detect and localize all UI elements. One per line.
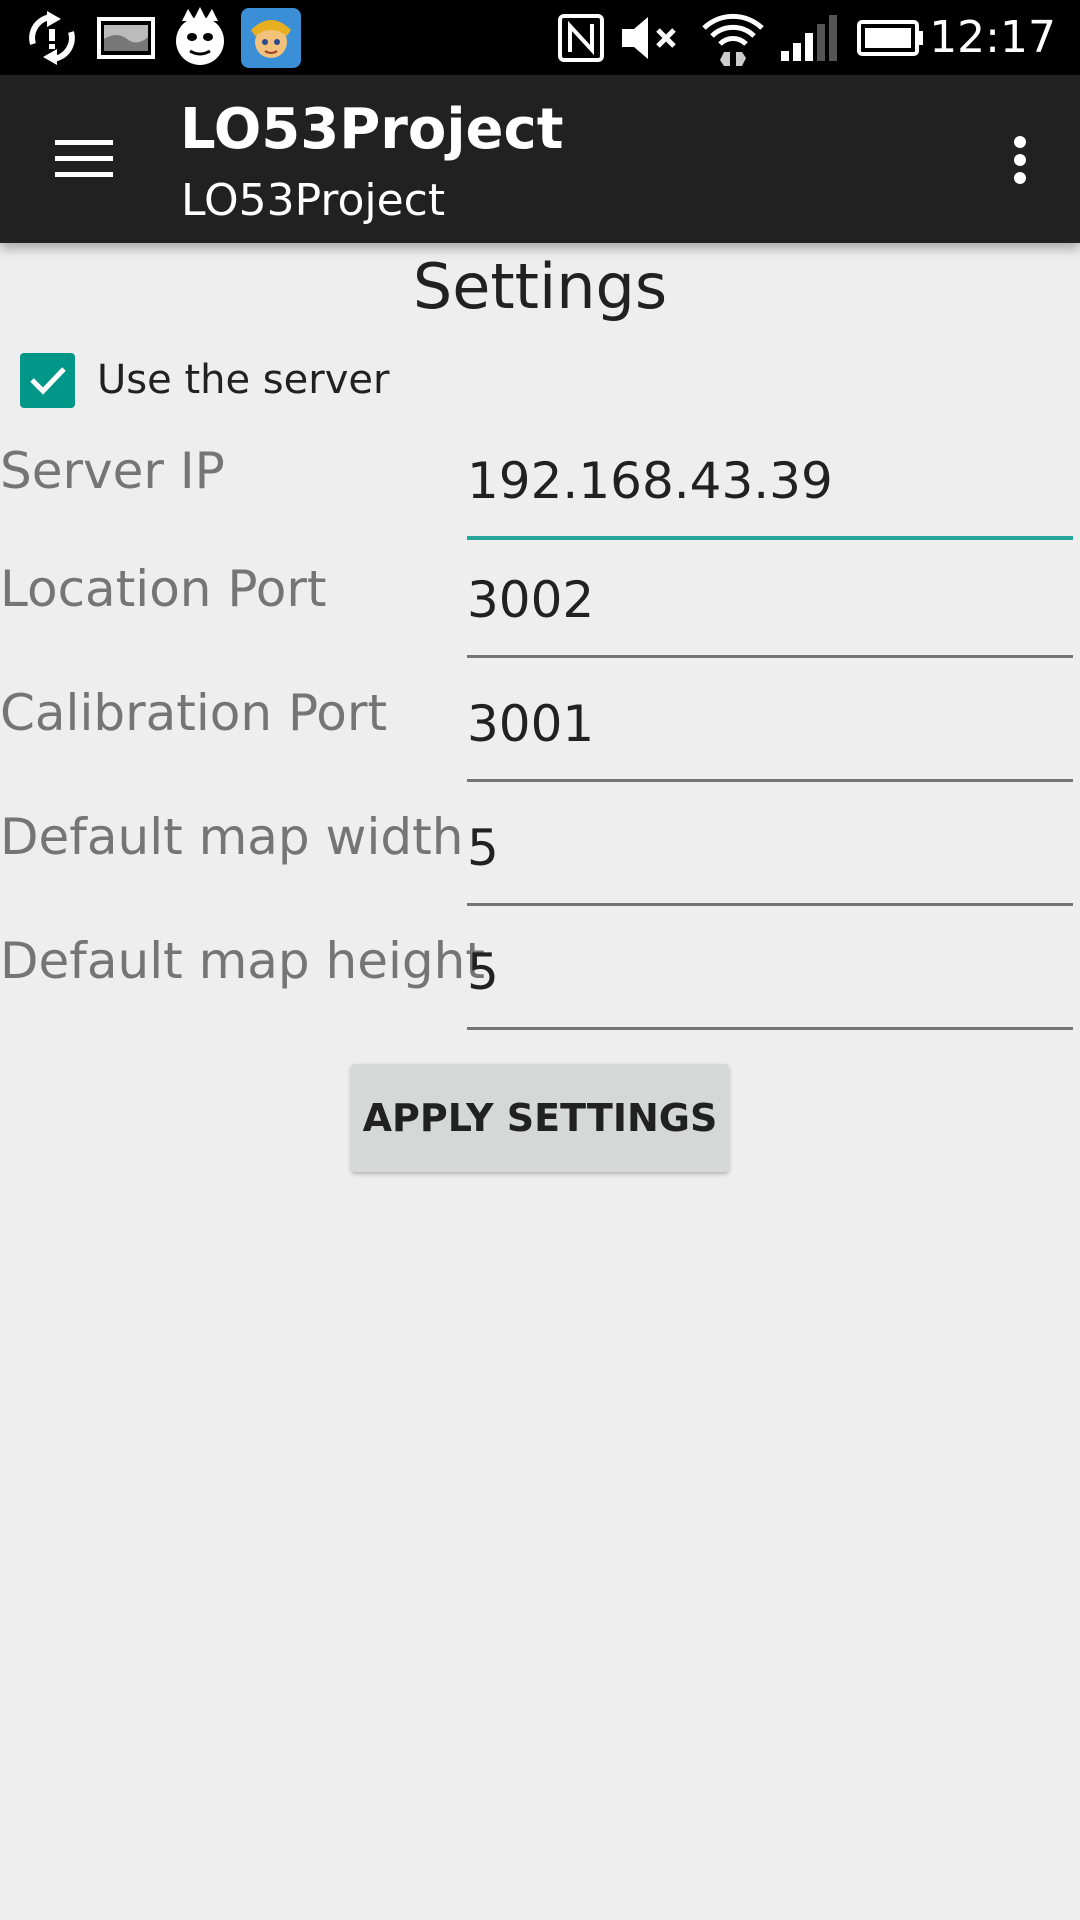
game-app-icon [240, 8, 302, 68]
sync-icon [22, 8, 82, 68]
hamburger-menu-icon [55, 140, 113, 177]
wifi-icon [700, 8, 766, 68]
map-width-input[interactable] [467, 782, 1073, 906]
status-bar: 12:17 [0, 0, 1080, 75]
server-ip-input[interactable] [467, 416, 1073, 540]
server-ip-label: Server IP [0, 442, 225, 500]
server-ip-row: Server IP [0, 416, 1080, 540]
use-server-checkbox[interactable] [20, 352, 75, 408]
app-bar: LO53Project LO53Project [0, 75, 1080, 243]
use-server-label: Use the server [97, 357, 390, 403]
status-time: 12:17 [929, 12, 1056, 63]
location-port-input[interactable] [467, 534, 1073, 658]
check-icon [29, 367, 66, 395]
mute-icon [620, 8, 680, 68]
nfc-icon [556, 8, 606, 68]
map-height-row: Default map height [0, 906, 1080, 1030]
map-height-label: Default map height [0, 932, 485, 990]
navigation-menu-button[interactable] [30, 105, 138, 213]
location-port-row: Location Port [0, 534, 1080, 658]
use-server-checkbox-row[interactable]: Use the server [20, 352, 389, 408]
app-title: LO53Project [180, 97, 564, 162]
map-width-row: Default map width [0, 782, 1080, 906]
calibration-port-row: Calibration Port [0, 658, 1080, 782]
calibration-port-input[interactable] [467, 658, 1073, 782]
overflow-menu-button[interactable] [980, 115, 1060, 205]
location-port-label: Location Port [0, 560, 327, 618]
apply-settings-button[interactable]: APPLY SETTINGS [351, 1064, 729, 1172]
signal-icon [778, 8, 838, 68]
calibration-port-label: Calibration Port [0, 684, 388, 742]
ghost-app-icon [170, 7, 230, 68]
map-height-input[interactable] [467, 906, 1073, 1030]
map-width-label: Default map width [0, 808, 464, 866]
app-subtitle: LO53Project [181, 175, 446, 226]
gallery-icon [96, 8, 156, 68]
page-title: Settings [412, 250, 668, 323]
battery-icon [856, 8, 926, 68]
more-vert-icon [1014, 136, 1026, 184]
